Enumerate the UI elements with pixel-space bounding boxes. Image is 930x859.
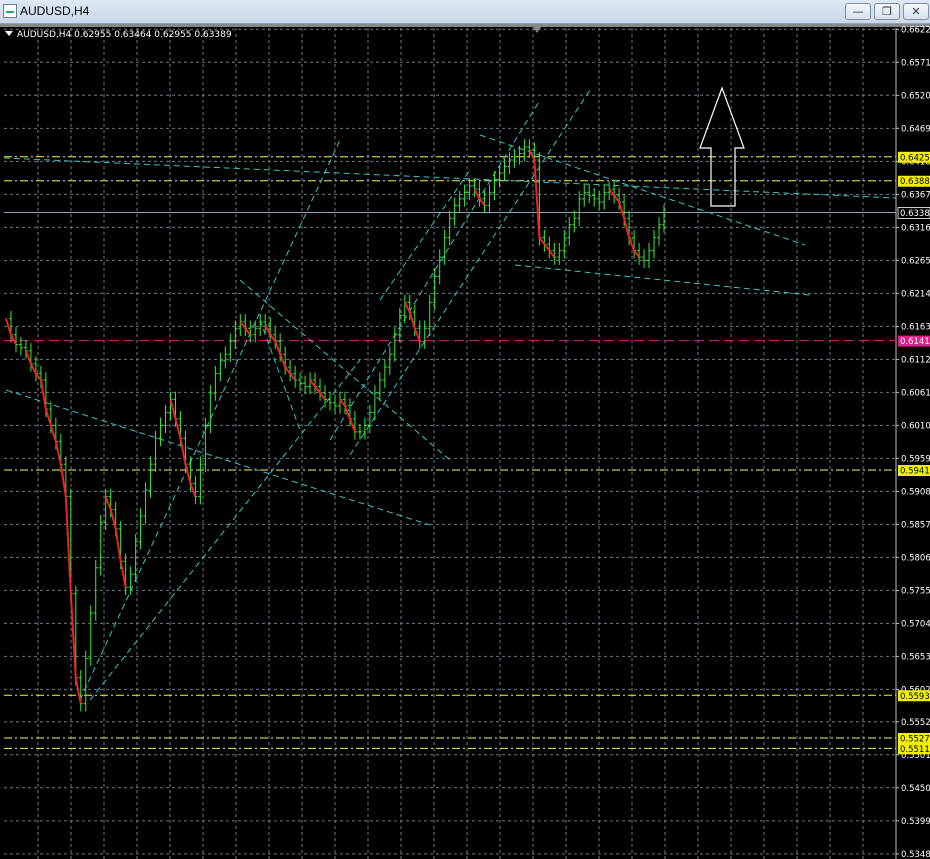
y-tick-label: 0.55520 xyxy=(901,718,930,728)
info-ohlc: 0.62955 0.63464 0.62955 0.63389 xyxy=(74,30,232,40)
y-tick-label: 0.57040 xyxy=(901,619,930,629)
price-tag: 0.55110 xyxy=(900,745,930,755)
plot-background xyxy=(0,28,930,859)
info-symbol: AUDUSD,H4 xyxy=(17,30,72,40)
price-tag: 0.61410 xyxy=(900,337,930,347)
y-tick-label: 0.65710 xyxy=(901,58,930,68)
y-tick-label: 0.54500 xyxy=(901,784,930,794)
y-tick-label: 0.66220 xyxy=(901,25,930,35)
y-tick-label: 0.53990 xyxy=(901,817,930,827)
price-tag: 0.59410 xyxy=(900,467,930,477)
y-tick-label: 0.62650 xyxy=(901,256,930,266)
price-tag: 0.64250 xyxy=(900,153,930,163)
dropdown-triangle-icon[interactable] xyxy=(5,31,13,36)
y-tick-label: 0.63160 xyxy=(901,223,930,233)
price-chart[interactable]: 0.662200.657100.652000.646900.641800.636… xyxy=(0,0,930,859)
price-tag: 0.63389 xyxy=(900,209,930,219)
y-tick-label: 0.59590 xyxy=(901,454,930,464)
chart-info-line: AUDUSD,H4 0.62955 0.63464 0.62955 0.6338… xyxy=(5,30,232,40)
y-tick-label: 0.60610 xyxy=(901,388,930,398)
y-tick-label: 0.60100 xyxy=(901,421,930,431)
y-tick-label: 0.58570 xyxy=(901,520,930,530)
y-tick-label: 0.53480 xyxy=(901,850,930,859)
y-tick-label: 0.65200 xyxy=(901,91,930,101)
y-tick-label: 0.58060 xyxy=(901,553,930,563)
y-tick-label: 0.63670 xyxy=(901,190,930,200)
y-tick-label: 0.61120 xyxy=(901,355,930,365)
y-tick-label: 0.57550 xyxy=(901,586,930,596)
y-tick-label: 0.59080 xyxy=(901,487,930,497)
y-tick-label: 0.61630 xyxy=(901,322,930,332)
y-tick-label: 0.64690 xyxy=(901,124,930,134)
price-tag: 0.55930 xyxy=(900,692,930,702)
price-tag: 0.63880 xyxy=(900,177,930,187)
y-tick-label: 0.62140 xyxy=(901,289,930,299)
price-tag: 0.55270 xyxy=(900,734,930,744)
y-tick-label: 0.56530 xyxy=(901,652,930,662)
